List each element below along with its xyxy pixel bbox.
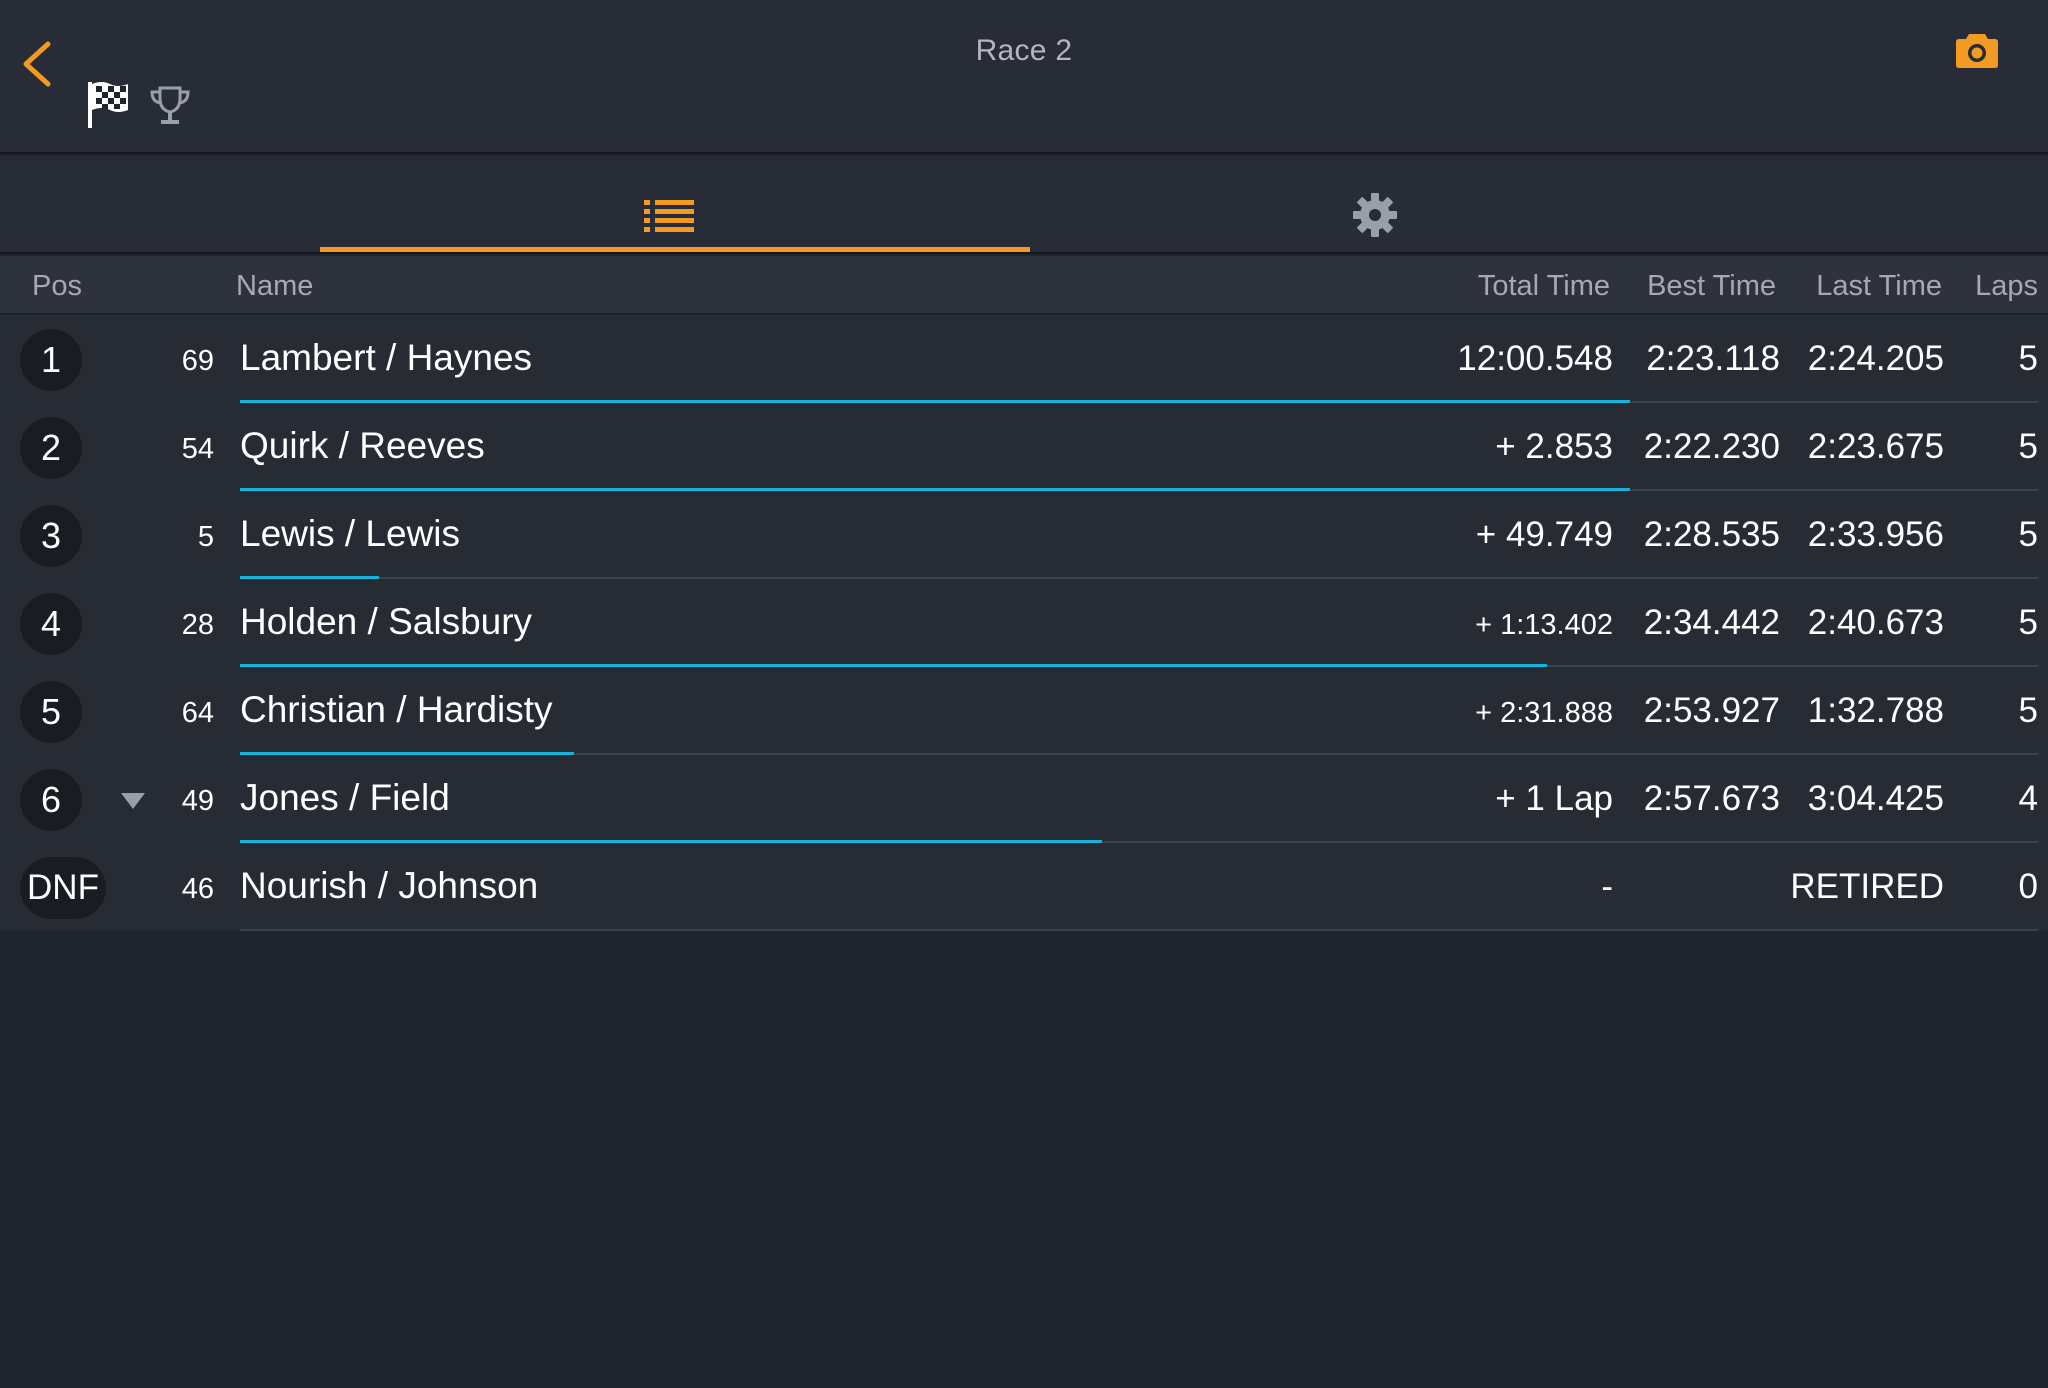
car-number: 54 xyxy=(181,433,214,465)
table-row[interactable]: 1 69 Lambert / Haynes 12:00.548 2:23.118… xyxy=(0,315,2048,403)
camera-icon xyxy=(1956,34,1998,68)
best-time: 2:34.442 xyxy=(1643,603,1780,642)
position-badge: 3 xyxy=(20,505,82,567)
column-header-best-time[interactable]: Best Time xyxy=(1647,270,1776,303)
best-time: 2:53.927 xyxy=(1643,691,1780,730)
position-badge: 6 xyxy=(20,769,82,831)
row-divider xyxy=(240,929,2038,931)
results-table: 1 69 Lambert / Haynes 12:00.548 2:23.118… xyxy=(0,315,2048,931)
tab-settings[interactable] xyxy=(1030,156,1740,252)
last-time: 2:33.956 xyxy=(1807,515,1944,554)
position-down-icon xyxy=(121,793,145,809)
active-tab-indicator xyxy=(320,247,1030,252)
laps-count: 5 xyxy=(2018,691,2038,730)
trophy-icon[interactable] xyxy=(148,84,192,128)
driver-name: Jones / Field xyxy=(240,777,450,818)
car-number: 5 xyxy=(197,521,214,553)
column-header-laps[interactable]: Laps xyxy=(1975,270,2038,303)
laps-count: 5 xyxy=(2018,603,2038,642)
camera-button[interactable] xyxy=(1955,30,1999,70)
table-row[interactable]: 4 28 Holden / Salsbury + 1:13.402 2:34.4… xyxy=(0,579,2048,667)
best-time: 2:23.118 xyxy=(1646,339,1780,378)
last-time: 1:32.788 xyxy=(1807,691,1944,730)
results-column-headers: Pos Name Total Time Best Time Last Time … xyxy=(0,256,2048,314)
position-badge: 4 xyxy=(20,593,82,655)
table-row[interactable]: DNF 46 Nourish / Johnson - RETIRED 0 xyxy=(0,843,2048,931)
driver-name: Nourish / Johnson xyxy=(240,865,539,906)
table-row[interactable]: 5 64 Christian / Hardisty + 2:31.888 2:5… xyxy=(0,667,2048,755)
last-time: 2:23.675 xyxy=(1807,427,1944,466)
car-number: 46 xyxy=(181,873,214,905)
table-row[interactable]: 2 54 Quirk / Reeves + 2.853 2:22.230 2:2… xyxy=(0,403,2048,491)
tab-bar xyxy=(0,156,2048,254)
column-header-name[interactable]: Name xyxy=(236,270,313,303)
app-root: Race 2 Pos Name Total Time Best Time Las… xyxy=(0,0,2048,1388)
best-time: 2:22.230 xyxy=(1643,427,1780,466)
table-row[interactable]: 3 5 Lewis / Lewis + 49.749 2:28.535 2:33… xyxy=(0,491,2048,579)
race-title: Race 2 xyxy=(975,34,1073,67)
total-time: 12:00.548 xyxy=(1457,339,1613,378)
driver-name: Quirk / Reeves xyxy=(240,425,485,466)
column-header-pos[interactable]: Pos xyxy=(32,270,82,303)
laps-count: 5 xyxy=(2018,339,2038,378)
total-time: - xyxy=(1601,867,1613,906)
car-number: 64 xyxy=(181,697,214,729)
position-badge: 5 xyxy=(20,681,82,743)
laps-count: 5 xyxy=(2018,515,2038,554)
list-icon xyxy=(644,200,694,232)
laps-count: 4 xyxy=(2018,779,2038,818)
driver-name: Holden / Salsbury xyxy=(240,601,533,642)
total-time: + 1 Lap xyxy=(1495,779,1613,818)
position-badge: 2 xyxy=(20,417,82,479)
best-time: 2:57.673 xyxy=(1643,779,1780,818)
car-number: 28 xyxy=(181,609,214,641)
last-time: RETIRED xyxy=(1790,867,1944,906)
column-header-total-time[interactable]: Total Time xyxy=(1478,270,1610,303)
car-number: 49 xyxy=(181,785,214,817)
total-time: + 1:13.402 xyxy=(1475,609,1613,641)
last-time: 2:24.205 xyxy=(1807,339,1944,378)
laps-count: 0 xyxy=(2018,867,2038,906)
column-header-last-time[interactable]: Last Time xyxy=(1816,270,1942,303)
position-badge: DNF xyxy=(20,857,106,919)
checkered-flag-icon xyxy=(86,80,132,130)
total-time: + 49.749 xyxy=(1475,515,1613,554)
total-time: + 2.853 xyxy=(1495,427,1613,466)
driver-name: Christian / Hardisty xyxy=(240,689,553,730)
tab-results-list[interactable] xyxy=(320,156,1030,252)
last-time: 2:40.673 xyxy=(1807,603,1944,642)
driver-name: Lewis / Lewis xyxy=(240,513,461,554)
total-time: + 2:31.888 xyxy=(1475,697,1613,729)
laps-count: 5 xyxy=(2018,427,2038,466)
last-time: 3:04.425 xyxy=(1807,779,1944,818)
driver-name: Lambert / Haynes xyxy=(240,337,533,378)
top-bar: Race 2 xyxy=(0,0,2048,154)
gear-icon xyxy=(1353,193,1397,237)
car-number: 69 xyxy=(181,345,214,377)
position-badge: 1 xyxy=(20,329,82,391)
best-time: 2:28.535 xyxy=(1643,515,1780,554)
table-row[interactable]: 6 49 Jones / Field + 1 Lap 2:57.673 3:04… xyxy=(0,755,2048,843)
